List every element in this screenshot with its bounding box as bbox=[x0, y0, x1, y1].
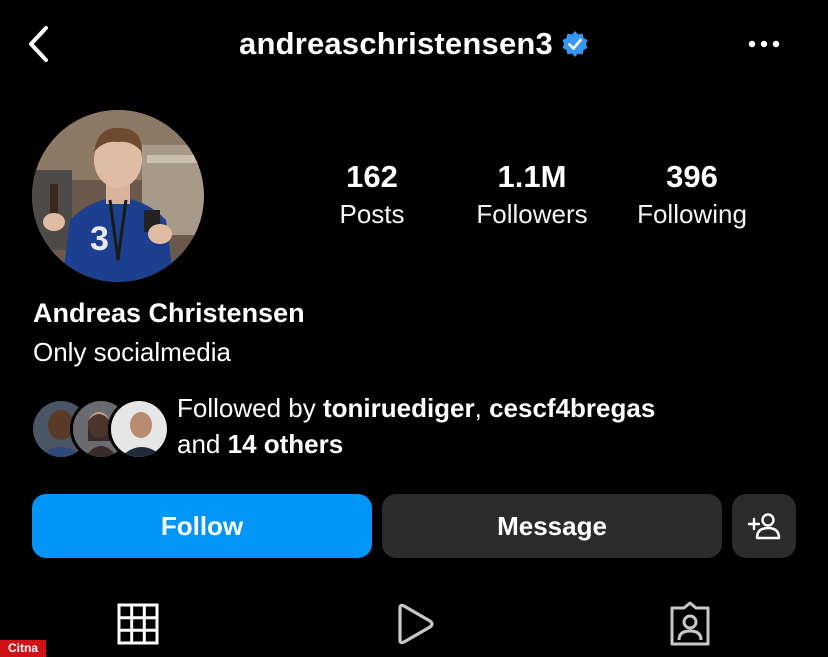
stat-label: Followers bbox=[476, 199, 588, 229]
stat-label: Following bbox=[637, 199, 747, 229]
and-text: and bbox=[177, 429, 228, 459]
profile-photo: 3 bbox=[32, 110, 204, 282]
tab-reels[interactable] bbox=[390, 600, 438, 648]
verified-badge-icon bbox=[562, 30, 588, 57]
profile-username-header: andreaschristensen3 bbox=[0, 24, 828, 62]
message-button[interactable]: Message bbox=[382, 494, 722, 558]
avatar-photo bbox=[111, 401, 167, 457]
stat-following[interactable]: 396 Following bbox=[612, 158, 772, 232]
stat-label: Posts bbox=[339, 199, 405, 229]
tab-tagged[interactable] bbox=[666, 600, 714, 648]
mutual-follower-avatar[interactable] bbox=[108, 398, 170, 460]
tagged-icon bbox=[670, 601, 710, 646]
stat-value: 1.1M bbox=[497, 159, 567, 194]
more-options-button[interactable] bbox=[746, 34, 782, 54]
add-person-icon bbox=[747, 513, 781, 540]
others-count[interactable]: 14 others bbox=[228, 429, 344, 459]
watermark-logo: Citna bbox=[0, 640, 46, 657]
stat-followers[interactable]: 1.1M Followers bbox=[452, 158, 612, 232]
mutual-user-2[interactable]: cescf4bregas bbox=[489, 393, 655, 423]
stat-value: 396 bbox=[666, 159, 718, 194]
more-horizontal-icon bbox=[748, 40, 780, 48]
stat-value: 162 bbox=[346, 159, 398, 194]
stat-posts[interactable]: 162 Posts bbox=[292, 158, 452, 232]
message-label: Message bbox=[497, 510, 607, 541]
separator: , bbox=[474, 393, 490, 423]
tab-posts-grid[interactable] bbox=[114, 600, 162, 648]
svg-text:3: 3 bbox=[90, 220, 109, 258]
follow-button[interactable]: Follow bbox=[32, 494, 372, 558]
profile-name: Andreas Christensen bbox=[33, 298, 305, 328]
follow-label: Follow bbox=[160, 510, 244, 541]
suggest-accounts-button[interactable] bbox=[732, 494, 796, 558]
mutual-user-1[interactable]: toniruediger bbox=[323, 393, 475, 423]
grid-icon bbox=[117, 603, 159, 645]
followed-by-text[interactable]: Followed by toniruediger, cescf4bregas a… bbox=[177, 390, 655, 462]
profile-avatar[interactable]: 3 bbox=[32, 110, 204, 282]
followed-by-prefix: Followed by bbox=[177, 393, 323, 423]
username-title: andreaschristensen3 bbox=[239, 25, 553, 61]
profile-bio: Only socialmedia bbox=[33, 337, 231, 367]
reels-icon bbox=[398, 603, 434, 645]
